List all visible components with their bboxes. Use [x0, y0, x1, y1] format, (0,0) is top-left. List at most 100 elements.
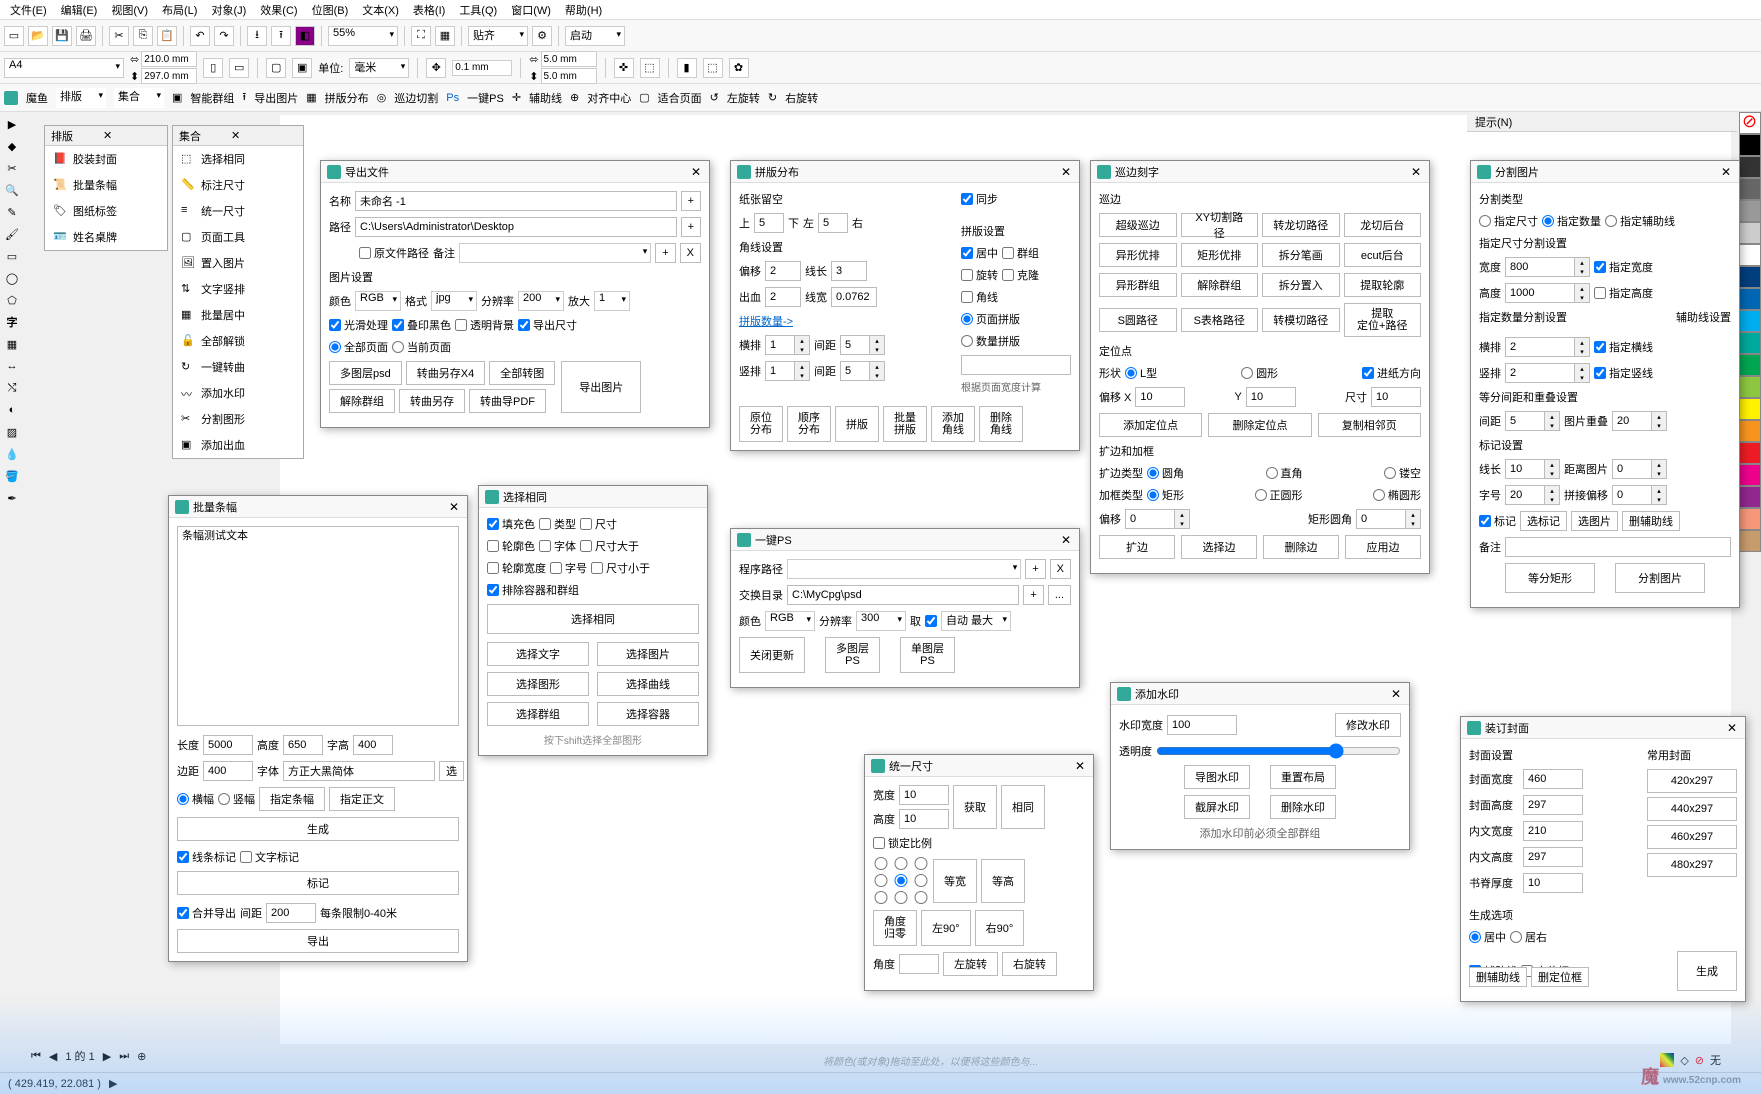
preset-button[interactable]: 460x297: [1647, 825, 1737, 849]
add-button[interactable]: +: [1025, 559, 1045, 579]
menu-help[interactable]: 帮助(H): [559, 0, 608, 20]
seledge-button[interactable]: 选择边: [1181, 535, 1257, 559]
close-icon[interactable]: ✕: [1059, 165, 1073, 179]
menu-file[interactable]: 文件(E): [4, 0, 53, 20]
sidebar-item[interactable]: 〰添加水印: [173, 380, 303, 406]
tool-c-icon[interactable]: ▮: [677, 58, 697, 78]
redo-icon[interactable]: ↷: [214, 26, 234, 46]
preset-button[interactable]: 420x297: [1647, 769, 1737, 793]
batch-impose-button[interactable]: 批量 拼版: [883, 406, 927, 442]
offset-input[interactable]: [765, 261, 801, 281]
sidebar-item[interactable]: 🪪姓名桌牌: [45, 224, 167, 250]
top-input[interactable]: [754, 213, 784, 233]
curvex4-button[interactable]: 转曲另存X4: [406, 361, 485, 385]
new-icon[interactable]: ▭: [4, 26, 24, 46]
sidebar-item[interactable]: ⬚选择相同: [173, 146, 303, 172]
nudge-icon[interactable]: ✥: [426, 58, 446, 78]
export-button[interactable]: 导出图片: [561, 361, 641, 413]
swatch[interactable]: [1739, 288, 1761, 310]
swatch[interactable]: [1739, 376, 1761, 398]
lrot-button[interactable]: 左旋转: [943, 952, 998, 976]
contour-btn[interactable]: 异形群组: [1099, 273, 1177, 297]
sidebar-item[interactable]: ▦批量居中: [173, 302, 303, 328]
ellipse-tool-icon[interactable]: ◯: [2, 268, 22, 288]
sync-check[interactable]: [961, 193, 973, 205]
corner-check[interactable]: [961, 291, 973, 303]
sidebar-item[interactable]: ▣添加出血: [173, 432, 303, 458]
sidebar-item[interactable]: 🖼置入图片: [173, 250, 303, 276]
contour-btn[interactable]: 转模切路径: [1262, 308, 1340, 332]
swap-input[interactable]: [787, 585, 1019, 605]
menu-effect[interactable]: 效果(C): [254, 0, 303, 20]
copy-icon[interactable]: ⎘: [133, 26, 153, 46]
sidebar-item[interactable]: ✂分割图形: [173, 406, 303, 432]
select-same-button[interactable]: 选择相同: [487, 604, 699, 634]
opacity-slider[interactable]: [1156, 743, 1401, 759]
contour-btn[interactable]: S表格路径: [1181, 308, 1259, 332]
sidebar-item[interactable]: ▢页面工具: [173, 224, 303, 250]
swatch[interactable]: [1739, 222, 1761, 244]
split-img-button[interactable]: 分割图片: [1615, 563, 1705, 593]
plugin-fitpage[interactable]: 适合页面: [658, 90, 702, 106]
swatch[interactable]: [1739, 156, 1761, 178]
psd-button[interactable]: 多图层psd: [329, 361, 402, 385]
contour-btn[interactable]: 解除群组: [1181, 273, 1259, 297]
menu-edit[interactable]: 编辑(E): [55, 0, 104, 20]
swatch[interactable]: [1739, 354, 1761, 376]
swatch[interactable]: [1739, 266, 1761, 288]
outline-tool-icon[interactable]: ✒: [2, 488, 22, 508]
vert-radio[interactable]: [218, 793, 230, 805]
outlinew-check[interactable]: [487, 562, 499, 574]
selimg-button[interactable]: 选图片: [1571, 511, 1618, 531]
fixvl-check[interactable]: [1594, 367, 1606, 379]
sizegt-check[interactable]: [580, 540, 592, 552]
center-radio[interactable]: [1469, 931, 1481, 943]
contour-btn[interactable]: ecut后台: [1344, 243, 1422, 267]
w-input[interactable]: [899, 785, 949, 805]
first-page-icon[interactable]: ⏮: [28, 1050, 44, 1063]
contour-btn[interactable]: 矩形优排: [1181, 243, 1259, 267]
len-input[interactable]: [831, 261, 867, 281]
menu-bitmap[interactable]: 位图(B): [306, 0, 355, 20]
plugin-moyu[interactable]: 魔鱼: [26, 90, 48, 106]
swatch[interactable]: [1739, 332, 1761, 354]
swatch[interactable]: [1739, 464, 1761, 486]
export-wm-button[interactable]: 导图水印: [1184, 765, 1250, 789]
export-icon[interactable]: ⭱: [271, 26, 291, 46]
left-input[interactable]: [818, 213, 848, 233]
curve-button[interactable]: 转曲另存: [399, 389, 465, 413]
r90-button[interactable]: 右90°: [975, 910, 1025, 946]
reset-layout-button[interactable]: 重置布局: [1270, 765, 1336, 789]
swatch[interactable]: [1739, 530, 1761, 552]
add-page-icon[interactable]: ⊕: [134, 1050, 149, 1063]
page-icon[interactable]: ▢: [266, 58, 286, 78]
open-icon[interactable]: 📂: [28, 26, 48, 46]
menu-text[interactable]: 文本(X): [356, 0, 405, 20]
eqw-button[interactable]: 等宽: [933, 859, 977, 903]
plugin-rotleft[interactable]: 左旋转: [727, 90, 760, 106]
ltype-radio[interactable]: [1125, 367, 1137, 379]
bycount-radio[interactable]: [1542, 215, 1554, 227]
close-icon[interactable]: ✕: [103, 129, 112, 142]
vgap-input[interactable]: [840, 361, 870, 381]
hints-docker[interactable]: 提示(N): [1467, 112, 1737, 132]
del-wm-button[interactable]: 删除水印: [1270, 795, 1336, 819]
plugin-imposition[interactable]: 拼版分布: [325, 90, 369, 106]
publish-icon[interactable]: ◧: [295, 26, 315, 46]
textmark-check[interactable]: [240, 851, 252, 863]
polygon-tool-icon[interactable]: ⬠: [2, 290, 22, 310]
auto-check[interactable]: [925, 615, 937, 627]
allimg-button[interactable]: 全部转图: [489, 361, 555, 385]
cw-input[interactable]: [1523, 769, 1583, 789]
menu-table[interactable]: 表格(I): [407, 0, 451, 20]
fs-input[interactable]: [1505, 485, 1545, 505]
sidebar-tab-layout[interactable]: 排版: [51, 128, 73, 144]
rect-tool-icon[interactable]: ▭: [2, 246, 22, 266]
copy-page-button[interactable]: 复制相邻页: [1318, 413, 1421, 437]
h-input[interactable]: [1505, 283, 1575, 303]
contour-btn[interactable]: 异形优排: [1099, 243, 1177, 267]
add-button[interactable]: +: [681, 217, 701, 237]
paper-select[interactable]: A4: [4, 58, 124, 78]
add-button[interactable]: +: [655, 243, 675, 263]
curvepdf-button[interactable]: 转曲导PDF: [469, 389, 546, 413]
